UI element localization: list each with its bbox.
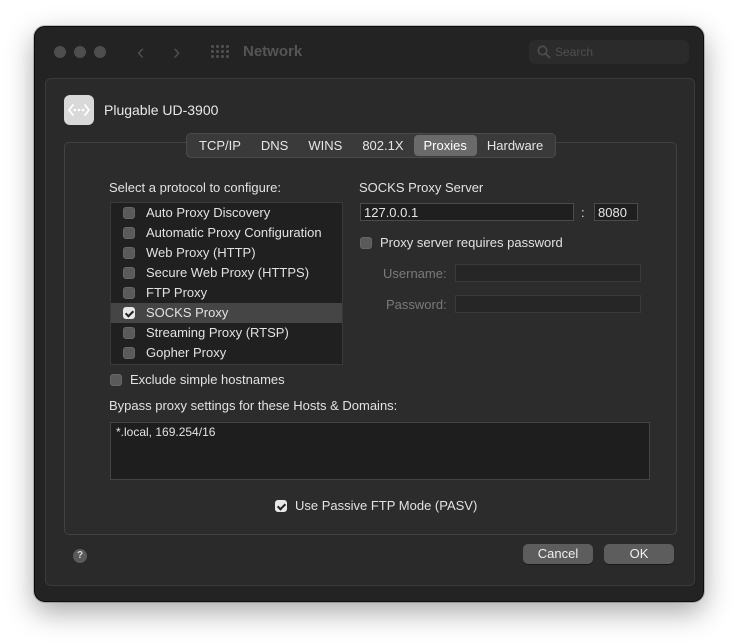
- password-field[interactable]: [455, 295, 641, 313]
- protocol-checkbox[interactable]: [123, 287, 135, 299]
- protocol-item-secure-web-proxy[interactable]: Secure Web Proxy (HTTPS): [111, 263, 342, 283]
- tab-tcpip[interactable]: TCP/IP: [189, 135, 251, 156]
- protocol-label: Automatic Proxy Configuration: [146, 225, 322, 240]
- protocol-checkbox[interactable]: [123, 347, 135, 359]
- protocol-list[interactable]: Auto Proxy Discovery Automatic Proxy Con…: [110, 202, 343, 365]
- cancel-button[interactable]: Cancel: [523, 544, 593, 564]
- tab-proxies[interactable]: Proxies: [413, 135, 477, 156]
- protocol-label: Secure Web Proxy (HTTPS): [146, 265, 310, 280]
- protocol-label: Streaming Proxy (RTSP): [146, 325, 289, 340]
- protocol-label: Gopher Proxy: [146, 345, 227, 360]
- socks-port-field[interactable]: [594, 203, 638, 221]
- protocol-list-heading: Select a protocol to configure:: [109, 180, 281, 195]
- password-label: Password:: [386, 297, 447, 312]
- protocol-item-web-proxy[interactable]: Web Proxy (HTTP): [111, 243, 342, 263]
- username-field[interactable]: [455, 264, 641, 282]
- protocol-checkbox[interactable]: [123, 247, 135, 259]
- tab-bar: TCP/IP DNS WINS 802.1X Proxies Hardware: [186, 133, 557, 158]
- bypass-hosts-field[interactable]: *.local, 169.254/16: [110, 422, 650, 480]
- socks-server-field[interactable]: [360, 203, 574, 221]
- back-arrow-icon[interactable]: ‹: [137, 40, 144, 64]
- search-box[interactable]: [529, 40, 689, 64]
- ethernet-dots-icon: [64, 95, 94, 125]
- ok-button[interactable]: OK: [604, 544, 674, 564]
- network-window: ‹ › Network Plugable UD-3900: [34, 26, 704, 602]
- protocol-item-streaming-proxy[interactable]: Streaming Proxy (RTSP): [111, 323, 342, 343]
- bypass-label: Bypass proxy settings for these Hosts & …: [109, 398, 398, 413]
- protocol-label: Auto Proxy Discovery: [146, 205, 271, 220]
- advanced-settings-sheet: Plugable UD-3900 TCP/IP DNS WINS 802.1X …: [45, 78, 695, 586]
- protocol-checkbox[interactable]: [123, 207, 135, 219]
- passive-ftp-checkbox[interactable]: [275, 500, 287, 512]
- interface-name: Plugable UD-3900: [104, 102, 219, 118]
- protocol-checkbox[interactable]: [123, 307, 135, 319]
- forward-arrow-icon[interactable]: ›: [173, 40, 180, 64]
- exclude-simple-hostnames-label: Exclude simple hostnames: [130, 372, 285, 387]
- protocol-item-socks-proxy[interactable]: SOCKS Proxy: [111, 303, 342, 323]
- tab-8021x[interactable]: 802.1X: [352, 135, 413, 156]
- tab-wins[interactable]: WINS: [298, 135, 352, 156]
- protocol-checkbox[interactable]: [123, 227, 135, 239]
- show-all-grid-icon[interactable]: [211, 45, 229, 60]
- title-bar: ‹ › Network: [35, 27, 703, 79]
- passive-ftp-label: Use Passive FTP Mode (PASV): [295, 498, 478, 513]
- protocol-checkbox[interactable]: [123, 327, 135, 339]
- close-window-button[interactable]: [54, 46, 66, 58]
- minimize-window-button[interactable]: [74, 46, 86, 58]
- protocol-label: SOCKS Proxy: [146, 305, 229, 320]
- socks-server-heading: SOCKS Proxy Server: [359, 180, 484, 195]
- protocol-checkbox[interactable]: [123, 267, 135, 279]
- protocol-item-auto-proxy-discovery[interactable]: Auto Proxy Discovery: [111, 203, 342, 223]
- window-title: Network: [243, 43, 303, 60]
- protocol-label: FTP Proxy: [146, 285, 208, 300]
- zoom-window-button[interactable]: [94, 46, 106, 58]
- help-button[interactable]: ?: [73, 549, 87, 563]
- username-label: Username:: [383, 266, 447, 281]
- search-input[interactable]: [555, 43, 681, 61]
- tab-dns[interactable]: DNS: [251, 135, 298, 156]
- exclude-simple-hostnames-checkbox[interactable]: [110, 374, 122, 386]
- port-separator: :: [581, 205, 585, 220]
- protocol-item-automatic-proxy-configuration[interactable]: Automatic Proxy Configuration: [111, 223, 342, 243]
- protocol-label: Web Proxy (HTTP): [146, 245, 256, 260]
- requires-password-label: Proxy server requires password: [380, 235, 563, 250]
- protocol-item-gopher-proxy[interactable]: Gopher Proxy: [111, 343, 342, 363]
- requires-password-checkbox[interactable]: [360, 237, 372, 249]
- search-icon: [537, 45, 551, 59]
- protocol-item-ftp-proxy[interactable]: FTP Proxy: [111, 283, 342, 303]
- tab-hardware[interactable]: Hardware: [477, 135, 553, 156]
